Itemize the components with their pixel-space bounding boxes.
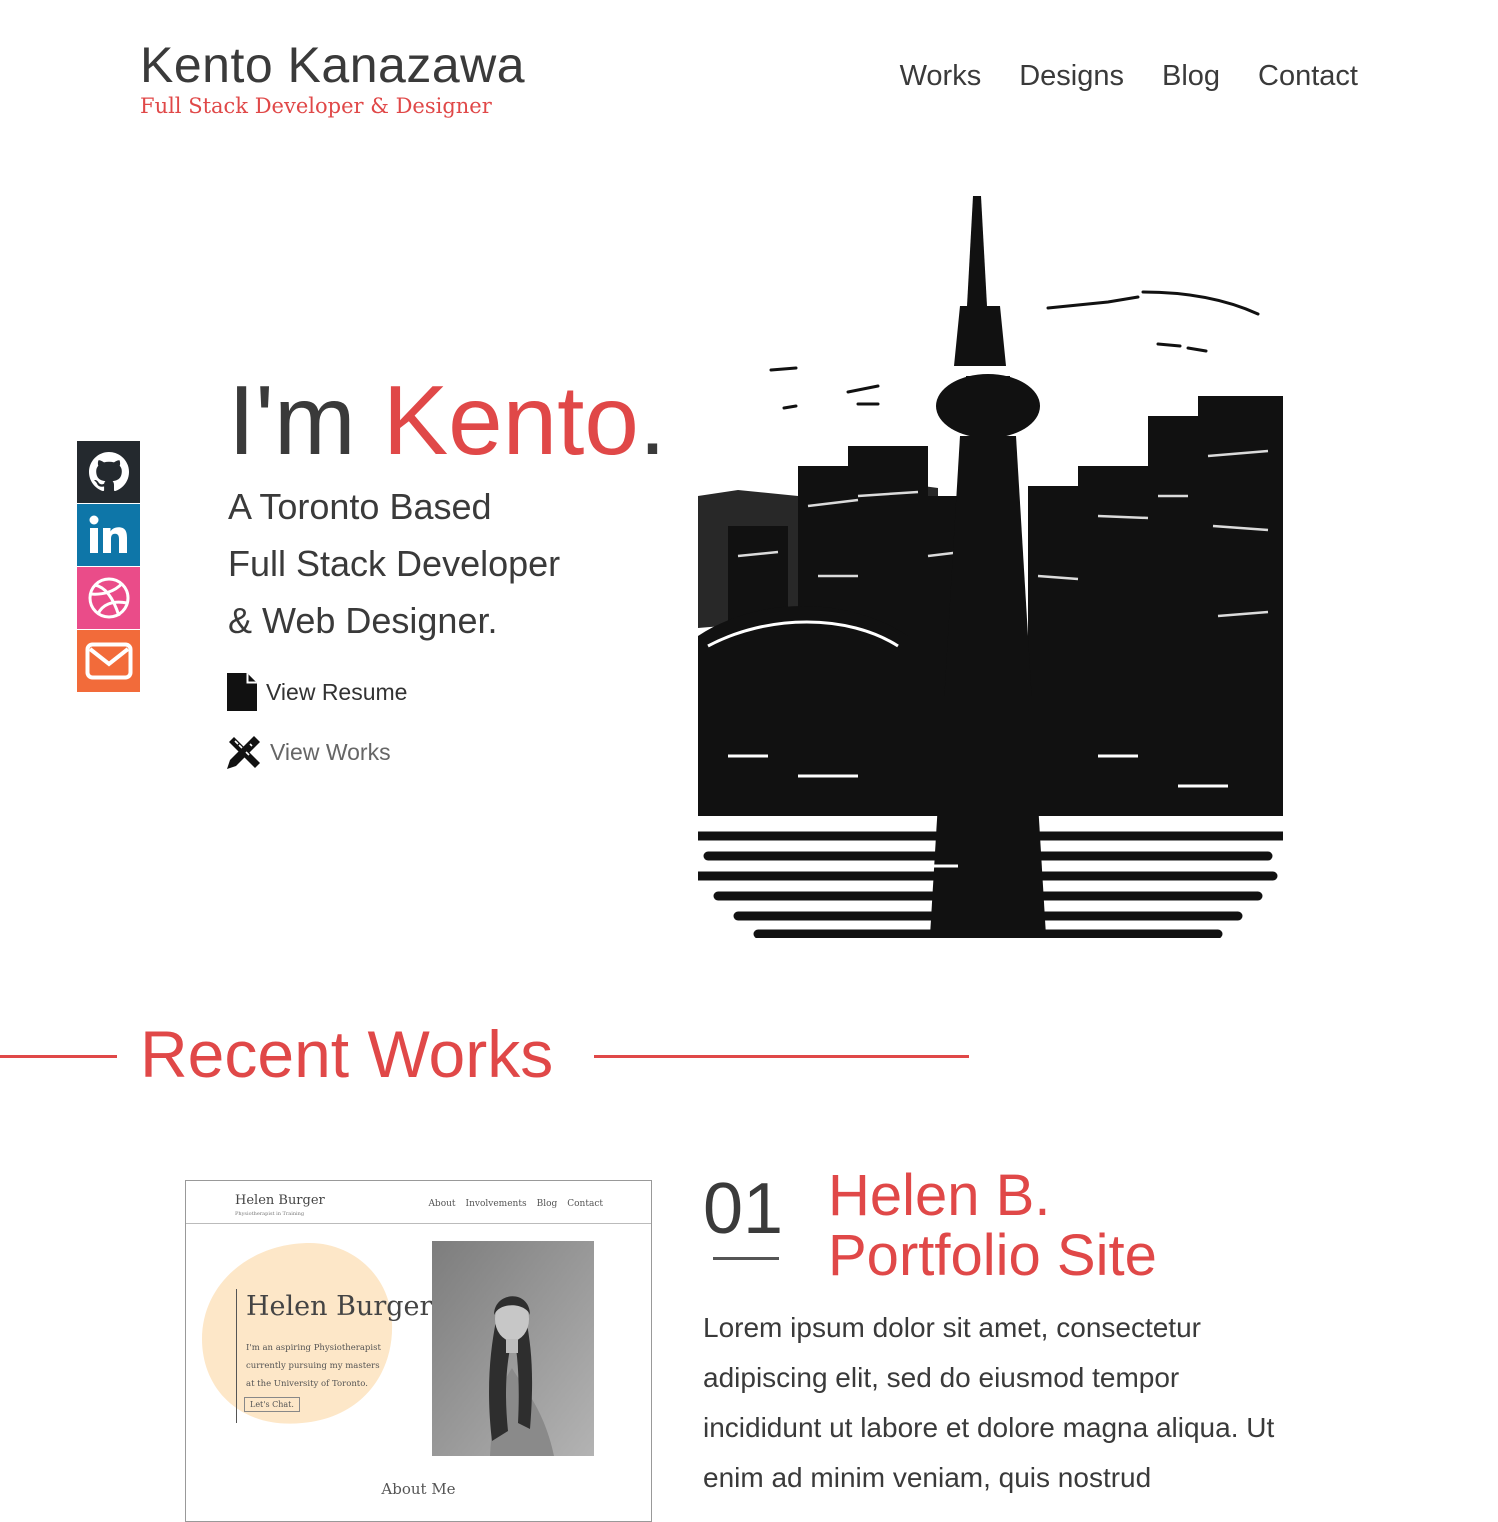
view-works-label: View Works	[270, 738, 391, 765]
preview-nav-item: About	[428, 1199, 456, 1209]
preview-intro: I'm an aspiring Physiotherapist currentl…	[246, 1343, 381, 1389]
design-tools-icon	[227, 736, 260, 769]
site-tagline: Full Stack Developer & Designer	[140, 94, 492, 118]
nav-designs[interactable]: Designs	[1019, 60, 1124, 93]
preview-nav-item: Contact	[567, 1199, 603, 1209]
toronto-skyline-sketch	[698, 196, 1283, 938]
hero-line: A Toronto Based	[228, 486, 492, 527]
section-title: Recent Works	[140, 1017, 554, 1091]
hero-line: & Web Designer.	[228, 600, 498, 641]
project-number: 01	[703, 1169, 784, 1249]
project-title[interactable]: Helen B. Portfolio Site	[828, 1166, 1157, 1286]
dribbble-link[interactable]	[77, 567, 140, 629]
section-rule-left	[0, 1055, 117, 1058]
hero-description: A Toronto Based Full Stack Developer & W…	[228, 478, 560, 649]
hero-line: Full Stack Developer	[228, 543, 561, 584]
preview-vertical-rule	[236, 1289, 237, 1423]
hero-name: Kento	[382, 365, 639, 475]
nav-blog[interactable]: Blog	[1162, 60, 1220, 93]
project-number-underline	[713, 1257, 779, 1260]
project-preview[interactable]: Helen Burger Physiotherapist in Training…	[185, 1180, 652, 1522]
github-icon	[88, 452, 129, 492]
preview-divider	[186, 1223, 651, 1224]
site-name[interactable]: Kento Kanazawa	[140, 36, 525, 94]
linkedin-icon	[89, 515, 127, 553]
nav-contact[interactable]: Contact	[1258, 60, 1358, 93]
preview-site-subtitle: Physiotherapist in Training	[235, 1211, 305, 1217]
dribbble-icon	[88, 577, 129, 619]
github-link[interactable]	[77, 441, 140, 503]
preview-chat-button: Let's Chat.	[244, 1397, 300, 1412]
preview-nav-item: Blog	[536, 1199, 558, 1209]
view-resume-label: View Resume	[266, 678, 408, 705]
hero-greeting: I'm	[228, 365, 383, 475]
project-title-line: Portfolio Site	[828, 1223, 1157, 1288]
main-nav: Works Designs Blog Contact	[900, 60, 1358, 93]
email-link[interactable]	[77, 630, 140, 692]
preview-about-heading: About Me	[381, 1480, 456, 1498]
social-links	[77, 441, 140, 692]
preview-portrait-photo	[432, 1241, 594, 1456]
view-works-link[interactable]: View Works	[226, 734, 391, 770]
project-description: Lorem ipsum dolor sit amet, consectetur …	[703, 1312, 1275, 1493]
email-icon	[85, 642, 132, 680]
view-resume-link[interactable]: View Resume	[226, 672, 407, 712]
nav-works[interactable]: Works	[900, 60, 982, 93]
preview-hero-name: Helen Burger	[246, 1291, 433, 1322]
section-rule-right	[594, 1055, 969, 1058]
project-title-line: Helen B.	[828, 1163, 1051, 1228]
preview-nav: About Involvements Blog Contact	[428, 1199, 603, 1209]
hero-heading: I'm Kento.	[228, 364, 666, 477]
preview-nav-item: Involvements	[465, 1199, 527, 1209]
file-icon	[227, 673, 257, 711]
hero-period: .	[638, 365, 667, 475]
linkedin-link[interactable]	[77, 504, 140, 566]
preview-site-name: Helen Burger	[235, 1193, 325, 1208]
